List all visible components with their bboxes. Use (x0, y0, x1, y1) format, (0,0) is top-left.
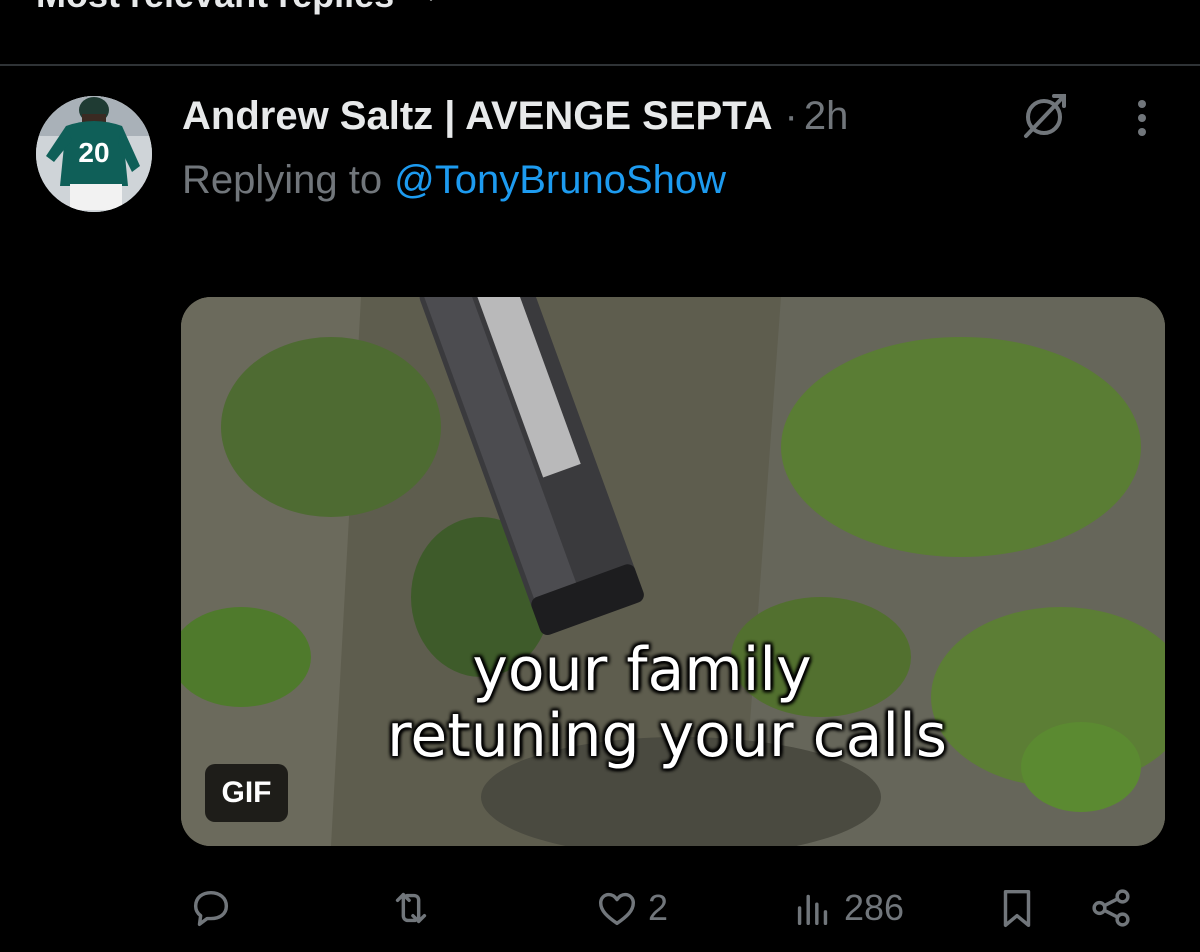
bookmark-icon (1003, 889, 1031, 927)
like-count: 2 (648, 887, 669, 928)
author-line: Andrew Saltz | AVENGE SEPTA · 2h (182, 88, 848, 144)
gif-caption: your family retuning your calls (181, 637, 1165, 769)
share-icon (1092, 889, 1130, 927)
timestamp[interactable]: 2h (804, 94, 849, 139)
chevron-down-icon (429, 0, 433, 1)
separator-dot: · (784, 93, 798, 138)
gif-caption-line-2: retuning your calls (386, 701, 948, 771)
avatar-jersey-number: 20 (78, 137, 109, 168)
views-count: 286 (844, 887, 905, 928)
like-button[interactable]: 2 (594, 876, 668, 940)
repost-button[interactable] (388, 876, 434, 940)
sort-label: Most relevant replies (36, 0, 394, 16)
replying-prefix: Replying to (182, 157, 383, 202)
heart-icon (598, 892, 636, 926)
more-options-icon[interactable] (1124, 96, 1160, 140)
comment-icon (193, 890, 229, 927)
repost-icon (395, 892, 427, 924)
reply-button[interactable] (188, 876, 234, 940)
replies-sort-dropdown[interactable]: Most relevant replies (36, 0, 444, 20)
divider (0, 64, 1200, 66)
views-chart-icon (797, 894, 828, 926)
views-button[interactable]: 286 (790, 876, 904, 940)
replying-handle-link[interactable]: @TonyBrunoShow (394, 158, 726, 203)
author-name[interactable]: Andrew Saltz | AVENGE SEPTA (182, 94, 773, 139)
gif-caption-line-1: your family (472, 635, 812, 705)
grok-icon[interactable] (1018, 90, 1070, 142)
action-bar: 2 286 (0, 876, 1200, 940)
share-button[interactable] (1088, 876, 1134, 940)
gif-media[interactable]: your family retuning your calls GIF (181, 297, 1165, 846)
gif-badge: GIF (205, 764, 288, 822)
avatar-image: 20 (36, 96, 152, 212)
avatar[interactable]: 20 (36, 96, 152, 212)
bookmark-button[interactable] (994, 876, 1040, 940)
replying-to-line: Replying to @TonyBrunoShow (182, 152, 726, 208)
